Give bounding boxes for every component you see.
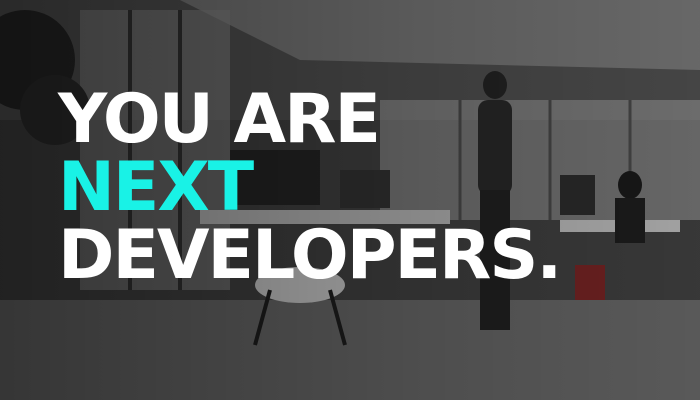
headline: YOU ARE NEXT DEVELOPERS. [58, 80, 562, 295]
headline-line-3: DEVELOPERS. [58, 216, 562, 295]
headline-line-1: YOU ARE [58, 80, 381, 159]
headline-line-2-accent: NEXT [58, 148, 254, 227]
hero-banner: YOU ARE NEXT DEVELOPERS. [0, 0, 700, 400]
